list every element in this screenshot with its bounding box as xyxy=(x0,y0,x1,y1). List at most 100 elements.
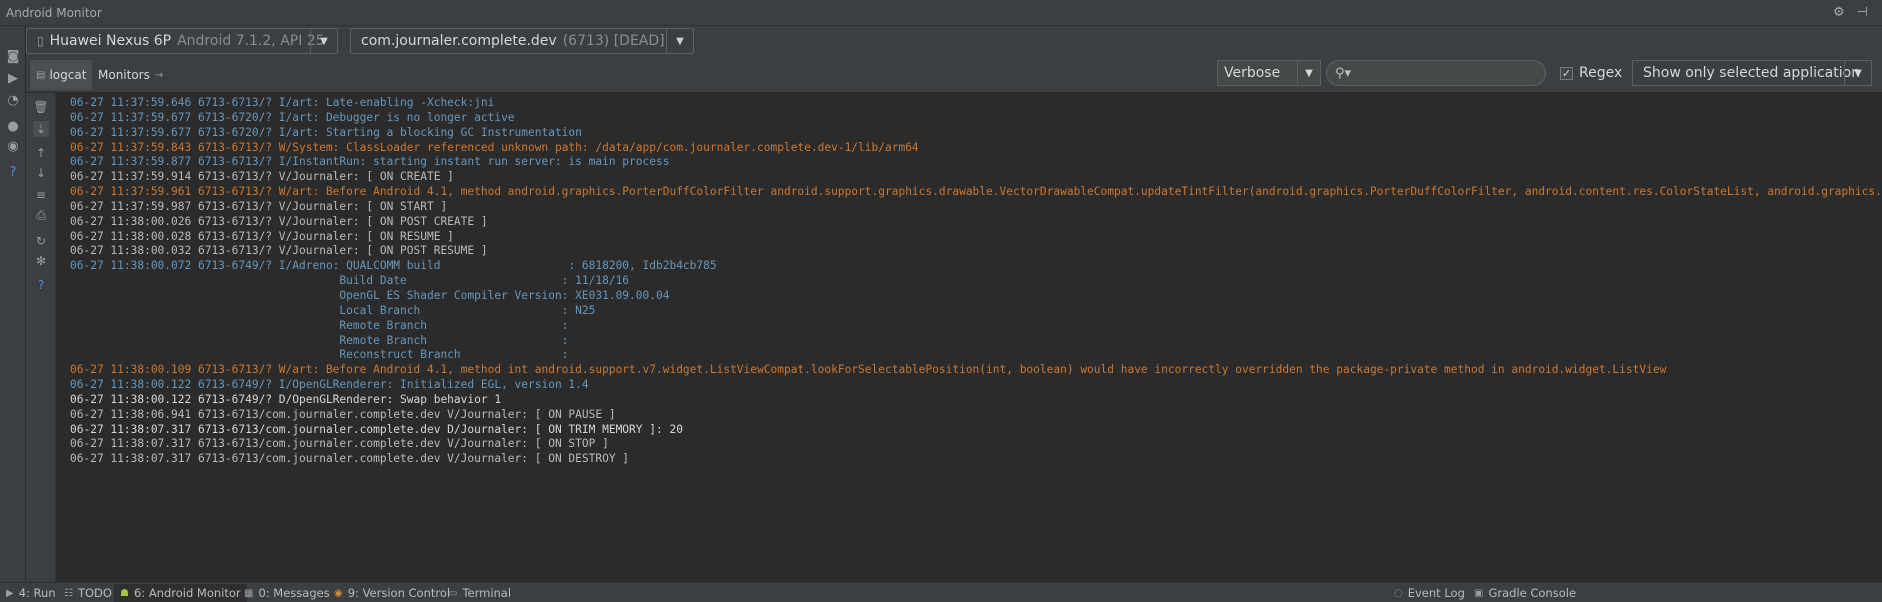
tool-version-control[interactable]: ◉ 9: Version Control xyxy=(334,585,450,601)
tab-label: logcat xyxy=(49,68,87,82)
tool-label: Terminal xyxy=(462,586,512,600)
tool-terminal[interactable]: ▭ Terminal xyxy=(448,585,511,601)
log-line: 06-27 11:37:59.961 6713-6713/? W/art: Be… xyxy=(70,185,1882,199)
log-line: 06-27 11:38:00.032 6713-6713/? V/Journal… xyxy=(70,244,488,258)
title-bar: Android Monitor ⚙ ⊣ xyxy=(0,0,1882,26)
search-icon[interactable]: ⚲▾ xyxy=(1335,66,1351,81)
device-selector[interactable]: ▯ Huawei Nexus 6P Android 7.1.2, API 25 … xyxy=(26,28,338,54)
terminate-icon[interactable]: ● xyxy=(5,118,21,134)
app-filter-select[interactable]: Show only selected application ▼ xyxy=(1632,60,1872,86)
version-control-icon: ◉ xyxy=(334,587,343,599)
hide-icon[interactable]: ⊣ xyxy=(1857,5,1868,20)
log-line: 06-27 11:37:59.843 6713-6713/? W/System:… xyxy=(70,140,919,154)
log-level-value: Verbose xyxy=(1224,65,1281,81)
log-line: OpenGL ES Shader Compiler Version: XE031… xyxy=(70,288,670,302)
regex-label: Regex xyxy=(1579,65,1623,81)
log-line: 06-27 11:38:07.317 6713-6713/com.journal… xyxy=(70,452,630,466)
trash-icon[interactable]: 🗑 xyxy=(33,99,49,115)
tool-gradle-console[interactable]: ▣ Gradle Console xyxy=(1474,585,1576,601)
settings-icon[interactable]: ✻ xyxy=(33,253,49,269)
tab-label: Monitors xyxy=(98,68,150,82)
messages-icon: ▦ xyxy=(244,587,254,599)
tool-label: TODO xyxy=(77,586,112,600)
android-icon: ☗ xyxy=(120,587,129,599)
system-info-icon[interactable]: ◔ xyxy=(5,92,21,108)
log-line: 06-27 11:37:59.677 6713-6720/? I/art: De… xyxy=(70,110,515,124)
window-title: Android Monitor xyxy=(6,6,102,20)
tool-label: 4: Run xyxy=(18,586,56,600)
log-line: 06-27 11:37:59.987 6713-6713/? V/Journal… xyxy=(70,199,448,213)
tool-messages[interactable]: ▦ 0: Messages xyxy=(244,585,330,601)
log-line: 06-27 11:38:00.109 6713-6713/? W/art: Be… xyxy=(70,363,1667,377)
logcat-side-toolbar: 🗑 ⇣ ↑ ↓ ≡ ⎙ ↻ ✻ ? xyxy=(26,93,56,582)
scroll-to-end-icon[interactable]: ⇣ xyxy=(33,121,49,137)
soft-wrap-icon[interactable]: ≡ xyxy=(33,187,49,203)
tool-label: Gradle Console xyxy=(1488,586,1577,600)
chevron-down-icon[interactable]: ▼ xyxy=(1844,61,1871,85)
tab-logcat[interactable]: ▤ logcat xyxy=(30,60,93,90)
regex-toggle[interactable]: ✓ Regex xyxy=(1560,65,1622,81)
chevron-down-icon[interactable]: ▼ xyxy=(666,29,693,53)
filter-bar: ▤ logcat Monitors → Verbose ▼ ⚲▾ ✓ Regex… xyxy=(26,56,1882,93)
log-line: 06-27 11:37:59.646 6713-6713/? I/art: La… xyxy=(70,96,495,109)
down-arrow-icon[interactable]: ↓ xyxy=(33,165,49,181)
log-line: 06-27 11:38:00.028 6713-6713/? V/Journal… xyxy=(70,229,454,243)
tool-window-bar: ▶ 4: Run ☷ TODO ☗ 6: Android Monitor ▦ 0… xyxy=(0,582,1882,602)
tool-label: 6: Android Monitor xyxy=(133,586,241,600)
restart-icon[interactable]: ↻ xyxy=(33,233,49,249)
log-line: 06-27 11:38:07.317 6713-6713/com.journal… xyxy=(70,422,683,436)
log-line: 06-27 11:37:59.914 6713-6713/? V/Journal… xyxy=(70,170,454,184)
log-line: 06-27 11:38:00.122 6713-6749/? D/OpenGLR… xyxy=(70,392,502,406)
up-arrow-icon[interactable]: ↑ xyxy=(33,145,49,161)
tool-event-log[interactable]: ◌ Event Log xyxy=(1394,585,1465,601)
tool-label: 9: Version Control xyxy=(347,586,451,600)
regex-checkbox[interactable]: ✓ xyxy=(1560,66,1573,80)
event-log-icon: ◌ xyxy=(1394,587,1403,599)
tool-label: Event Log xyxy=(1407,586,1465,600)
log-lines: 06-27 11:37:59.646 6713-6713/? I/art: La… xyxy=(70,96,1882,467)
tool-todo[interactable]: ☷ TODO xyxy=(64,585,112,601)
log-line: 06-27 11:38:06.941 6713-6713/com.journal… xyxy=(70,407,616,421)
log-line: 06-27 11:37:59.877 6713-6713/? I/Instant… xyxy=(70,155,670,169)
log-line: Local Branch : N25 xyxy=(70,303,596,317)
gradle-icon: ▣ xyxy=(1474,587,1484,599)
log-level-select[interactable]: Verbose ▼ xyxy=(1217,60,1321,86)
chevron-down-icon[interactable]: ▼ xyxy=(310,29,337,53)
log-line: 06-27 11:38:07.317 6713-6713/com.journal… xyxy=(70,437,609,451)
device-name: Huawei Nexus 6P xyxy=(49,33,172,49)
todo-icon: ☷ xyxy=(64,587,73,599)
terminal-icon: ▭ xyxy=(448,587,458,599)
tool-run[interactable]: ▶ 4: Run xyxy=(6,585,56,601)
phone-icon: ▯ xyxy=(37,34,44,48)
log-line: 06-27 11:38:00.122 6713-6749/? I/OpenGLR… xyxy=(70,378,589,392)
log-line: Remote Branch : xyxy=(70,318,569,332)
log-line: 06-27 11:38:00.072 6713-6749/? I/Adreno:… xyxy=(70,259,717,273)
tool-android-monitor[interactable]: ☗ 6: Android Monitor xyxy=(114,584,247,602)
search-input[interactable]: ⚲▾ xyxy=(1326,60,1546,86)
device-bar: ▯ Huawei Nexus 6P Android 7.1.2, API 25 … xyxy=(26,26,1882,56)
pin-icon: → xyxy=(154,69,164,81)
chevron-down-icon[interactable]: ▼ xyxy=(1297,61,1320,85)
log-line: 06-27 11:37:59.677 6713-6720/? I/art: St… xyxy=(70,125,582,139)
print-icon[interactable]: ⎙ xyxy=(33,207,49,223)
screenshot-icon[interactable]: ◙ xyxy=(5,48,21,64)
log-line: 06-27 11:38:00.026 6713-6713/? V/Journal… xyxy=(70,214,488,228)
log-line: Reconstruct Branch : xyxy=(70,348,569,362)
help-icon[interactable]: ? xyxy=(33,277,49,293)
screen-record-icon[interactable]: ▶ xyxy=(5,70,21,86)
layout-inspector-icon[interactable]: ◉ xyxy=(5,138,21,154)
tool-label: 0: Messages xyxy=(258,586,330,600)
process-selector[interactable]: com.journaler.complete.dev (6713) [DEAD]… xyxy=(350,28,694,54)
process-package: com.journaler.complete.dev xyxy=(361,33,557,49)
process-status: (6713) [DEAD] xyxy=(562,33,665,49)
app-filter-value: Show only selected application xyxy=(1643,65,1861,81)
help-icon[interactable]: ? xyxy=(5,164,21,180)
tab-monitors[interactable]: Monitors → xyxy=(92,60,169,90)
device-info: Android 7.1.2, API 25 xyxy=(177,33,325,49)
log-line: Build Date : 11/18/16 xyxy=(70,274,630,288)
gear-icon[interactable]: ⚙ xyxy=(1833,5,1845,20)
run-icon: ▶ xyxy=(6,587,14,599)
logcat-output[interactable]: 06-27 11:37:59.646 6713-6713/? I/art: La… xyxy=(56,93,1882,582)
title-bar-icons: ⚙ ⊣ xyxy=(1833,5,1868,20)
left-toolbar: ◙ ▶ ◔ ● ◉ ? xyxy=(0,26,26,582)
